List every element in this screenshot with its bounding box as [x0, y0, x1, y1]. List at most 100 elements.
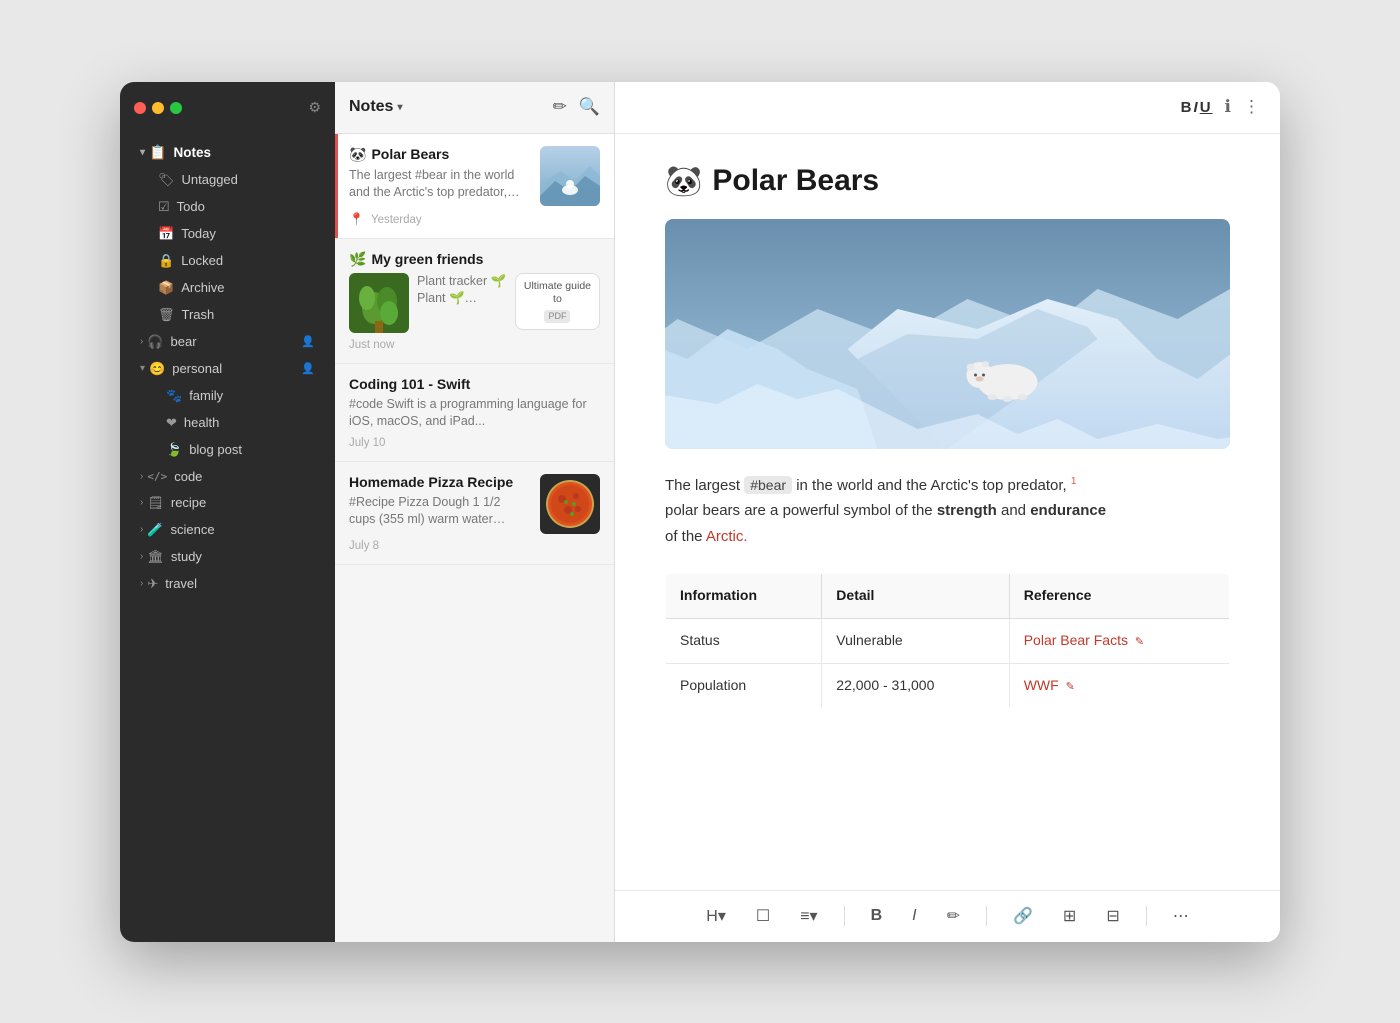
sidebar-item-untagged[interactable]: 🏷 Untagged: [126, 167, 329, 193]
sidebar-group-bear[interactable]: › 🎧 bear 👤: [126, 329, 329, 355]
note-thumbnail-polar: [540, 146, 600, 206]
sidebar-item-archive[interactable]: 📦 Archive: [126, 275, 329, 301]
note-item-pizza[interactable]: Homemade Pizza Recipe #Recipe Pizza Doug…: [335, 462, 614, 565]
table-header-row: Information Detail Reference: [666, 574, 1230, 619]
table-header-detail: Detail: [822, 574, 1009, 619]
list-button[interactable]: ≡▾: [792, 902, 825, 930]
italic-button[interactable]: I: [904, 903, 924, 929]
table-cell-ref-1[interactable]: Polar Bear Facts ✎: [1009, 618, 1229, 663]
note-item-polar-bears[interactable]: 🐼 Polar Bears The largest #bear in the w…: [335, 134, 614, 239]
editor-body: The largest #bear in the world and the A…: [665, 473, 1230, 709]
sidebar-item-label: Today: [181, 226, 216, 241]
note-item-date: July 10: [349, 437, 600, 449]
table-cell-detail-2: 22,000 - 31,000: [822, 663, 1009, 708]
study-icon: 🏛: [147, 549, 164, 565]
close-button[interactable]: [134, 102, 146, 114]
more-tools-button[interactable]: ⋯: [1165, 902, 1197, 930]
note-preview-text: Plant tracker 🌱 Plant 🌱 Watered last Spi…: [417, 273, 507, 308]
sidebar-notes-section[interactable]: ▾ 📋 Notes: [126, 139, 329, 166]
sidebar-item-label: family: [189, 388, 223, 403]
sidebar-item-label: Untagged: [182, 172, 238, 187]
sidebar-item-blog-post[interactable]: 🍃 blog post: [126, 437, 329, 463]
table-button[interactable]: ⊞: [1055, 902, 1084, 930]
sidebar-group-label: personal: [172, 361, 222, 376]
sidebar-notes-label: Notes: [173, 145, 211, 160]
sidebar-group-science[interactable]: › 🧪 science: [126, 517, 329, 543]
table-cell-ref-2[interactable]: WWF ✎: [1009, 663, 1229, 708]
link-button[interactable]: 🔗: [1005, 902, 1041, 930]
code-icon: </>: [147, 470, 167, 483]
table-cell-info-1: Status: [666, 618, 822, 663]
sidebar-item-todo[interactable]: ☑ Todo: [126, 194, 329, 220]
body-text-and: and: [1001, 502, 1030, 519]
sidebar-group-label: study: [171, 549, 202, 564]
sidebar-item-label: Trash: [182, 307, 215, 322]
note-item-title: Homemade Pizza Recipe: [349, 474, 530, 490]
sidebar-group-study[interactable]: › 🏛 study: [126, 544, 329, 570]
chevron-right-icon: ›: [140, 524, 143, 535]
image-button[interactable]: ⊟: [1098, 902, 1127, 930]
note-hero-image: [665, 219, 1230, 449]
maximize-button[interactable]: [170, 102, 182, 114]
minimize-button[interactable]: [152, 102, 164, 114]
archive-icon: 📦: [158, 280, 174, 296]
note-item-title: Coding 101 - Swift: [349, 376, 600, 392]
sidebar-group-label: recipe: [171, 495, 206, 510]
note-item-coding[interactable]: Coding 101 - Swift #code Swift is a prog…: [335, 364, 614, 462]
sidebar-item-label: Todo: [177, 199, 205, 214]
chevron-right-icon: ›: [140, 336, 143, 347]
underline-label[interactable]: U: [1200, 99, 1213, 116]
table-row: Status Vulnerable Polar Bear Facts ✎: [666, 618, 1230, 663]
notes-list-title[interactable]: Notes ▾: [349, 98, 402, 116]
settings-icon[interactable]: ⚙: [308, 99, 321, 116]
chevron-right-icon: ›: [140, 497, 143, 508]
bold-button[interactable]: B: [863, 903, 891, 929]
sidebar-item-label: blog post: [189, 442, 242, 457]
body-text-2: polar bears are a powerful symbol of the: [665, 502, 937, 519]
sidebar-item-family[interactable]: 🐾 family: [126, 383, 329, 409]
notes-icon: 📋: [149, 144, 166, 161]
search-icon[interactable]: 🔍: [579, 97, 600, 117]
editor-panel: BIU ℹ ⋮ 🐼 Polar Bears: [615, 82, 1280, 942]
info-icon[interactable]: ℹ: [1225, 97, 1231, 117]
editor-bottom-toolbar: H▾ ☐ ≡▾ B I ✏ 🔗 ⊞ ⊟ ⋯: [615, 890, 1280, 942]
sidebar-item-label: Archive: [181, 280, 224, 295]
sidebar-item-health[interactable]: ❤ health: [126, 410, 329, 436]
more-options-icon[interactable]: ⋮: [1243, 97, 1260, 117]
bear-tag: #bear: [744, 476, 792, 494]
body-text-after: in the world and the Arctic's top predat…: [796, 477, 1067, 494]
notes-list-panel: Notes ▾ ✏ 🔍 🐼 Polar Bears The largest #b…: [335, 82, 615, 942]
sidebar-group-recipe[interactable]: › 🗒 recipe: [126, 490, 329, 516]
sidebar-group-travel[interactable]: › ✈ travel: [126, 571, 329, 597]
sidebar-item-label: health: [184, 415, 219, 430]
sidebar-group-code[interactable]: › </> code: [126, 464, 329, 489]
arctic-link[interactable]: Arctic.: [706, 528, 748, 545]
new-note-icon[interactable]: ✏: [553, 97, 567, 117]
editor-content[interactable]: 🐼 Polar Bears: [615, 134, 1280, 890]
bold-label[interactable]: B: [1181, 99, 1194, 116]
checkbox-button[interactable]: ☐: [748, 902, 778, 930]
sidebar-group-label: code: [174, 469, 202, 484]
pdf-badge: PDF: [544, 310, 570, 324]
heading-button[interactable]: H▾: [698, 902, 734, 930]
science-icon: 🧪: [147, 522, 163, 538]
sidebar-item-today[interactable]: 📅 Today: [126, 221, 329, 247]
chevron-down-icon: ▾: [140, 363, 145, 374]
note-item-green-friends[interactable]: 🌿 My green friends: [335, 239, 614, 364]
sidebar-titlebar: ⚙: [120, 82, 335, 134]
sidebar-item-trash[interactable]: 🗑 Trash: [126, 302, 329, 328]
table-row: Population 22,000 - 31,000 WWF ✎: [666, 663, 1230, 708]
table-cell-detail-1: Vulnerable: [822, 618, 1009, 663]
highlight-button[interactable]: ✏: [939, 902, 968, 930]
body-paragraph-2: polar bears are a powerful symbol of the…: [665, 498, 1230, 524]
travel-icon: ✈: [147, 576, 158, 592]
note-emoji: 🐼: [349, 146, 366, 163]
lock-icon: 🔒: [158, 253, 174, 269]
note-thumbnail-pizza: [540, 474, 600, 534]
sidebar-group-label: travel: [165, 576, 197, 591]
note-item-preview: #code Swift is a programming language fo…: [349, 396, 600, 431]
sidebar-group-personal[interactable]: ▾ 😊 personal 👤: [126, 356, 329, 382]
notes-list-body: 🐼 Polar Bears The largest #bear in the w…: [335, 134, 614, 942]
note-thumbnail-plants: [349, 273, 409, 333]
sidebar-item-locked[interactable]: 🔒 Locked: [126, 248, 329, 274]
